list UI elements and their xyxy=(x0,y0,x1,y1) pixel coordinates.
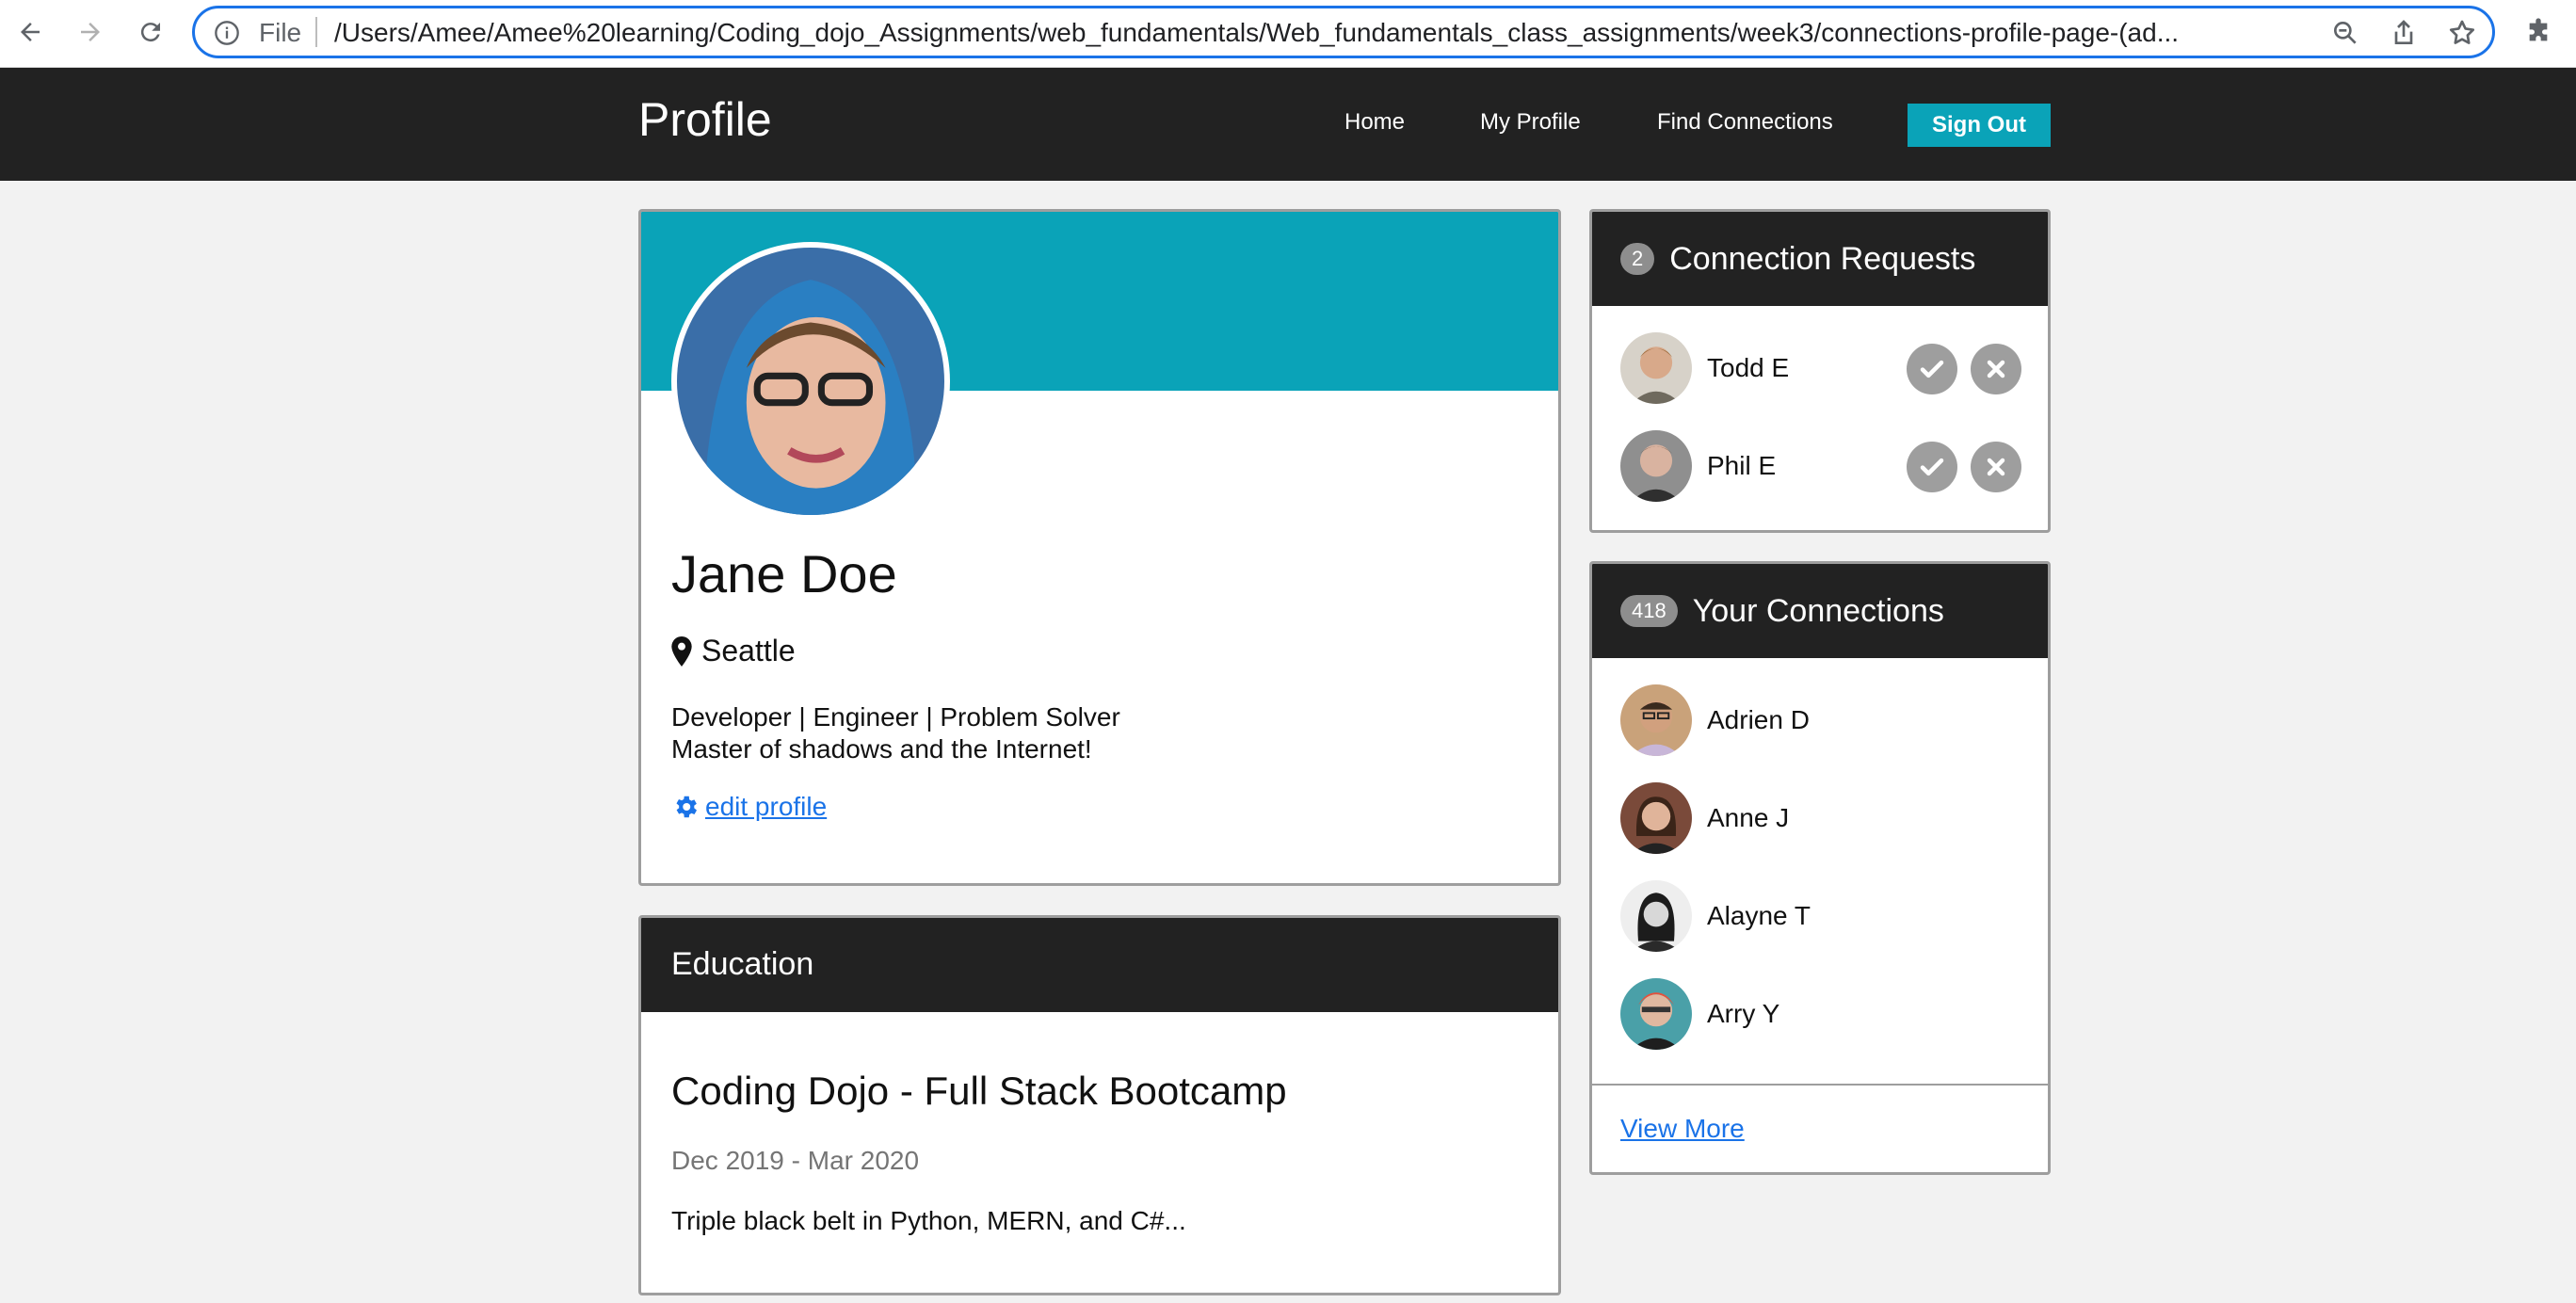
scheme-label: File xyxy=(259,18,302,47)
your-connections-card: 418 Your Connections Adrien D Anne J Ala… xyxy=(1589,561,2051,1175)
avatar xyxy=(1620,782,1692,854)
requests-count-badge: 2 xyxy=(1620,243,1655,275)
accept-check-icon[interactable] xyxy=(1907,344,1957,394)
request-name: Phil E xyxy=(1707,451,1777,480)
nav-link-my-profile[interactable]: My Profile xyxy=(1480,109,1581,136)
connection-requests-card: 2 Connection Requests Todd E Phil E xyxy=(1589,209,2051,533)
bio-line: Developer | Engineer | Problem Solver xyxy=(671,702,1120,732)
connection-name[interactable]: Anne J xyxy=(1707,803,1789,833)
address-bar[interactable]: File /Users/Amee/Amee%20learning/Coding_… xyxy=(192,6,2495,58)
school-name: Coding Dojo - Full Stack Bootcamp xyxy=(671,1069,1287,1113)
bio-line: Master of shadows and the Internet! xyxy=(671,734,1092,764)
view-more-link[interactable]: View More xyxy=(1620,1114,1745,1144)
accept-check-icon[interactable] xyxy=(1907,442,1957,492)
extensions-puzzle-icon[interactable] xyxy=(2520,13,2557,51)
connections-count-badge: 418 xyxy=(1620,595,1678,627)
share-icon[interactable] xyxy=(2389,18,2419,48)
education-header: Education xyxy=(641,918,1558,1012)
avatar xyxy=(1620,332,1692,404)
connection-name[interactable]: Adrien D xyxy=(1707,705,1810,735)
profile-avatar xyxy=(671,242,950,521)
connection-row[interactable]: Anne J xyxy=(1620,782,2025,854)
connections-title: Your Connections xyxy=(1692,592,1944,629)
avatar xyxy=(1620,430,1692,502)
top-navbar: Profile Home My Profile Find Connections… xyxy=(0,68,2576,181)
map-pin-icon xyxy=(671,635,692,667)
connection-row[interactable]: Alayne T xyxy=(1620,880,2025,952)
info-icon[interactable] xyxy=(214,20,240,46)
browser-toolbar: File /Users/Amee/Amee%20learning/Coding_… xyxy=(0,0,2576,68)
requests-header: 2 Connection Requests xyxy=(1592,212,2048,306)
request-row: Todd E xyxy=(1620,332,2025,404)
connections-header: 418 Your Connections xyxy=(1592,564,2048,658)
gear-icon xyxy=(676,796,697,818)
profile-location: Seattle xyxy=(671,634,796,668)
profile-bio: Developer | Engineer | Problem Solver Ma… xyxy=(671,701,1120,765)
back-arrow-icon[interactable] xyxy=(11,13,49,51)
reload-icon[interactable] xyxy=(132,13,169,51)
profile-name: Jane Doe xyxy=(671,544,897,603)
divider xyxy=(315,17,317,47)
edit-profile-label[interactable]: edit profile xyxy=(705,792,827,822)
decline-x-icon[interactable] xyxy=(1971,344,2021,394)
request-row: Phil E xyxy=(1620,430,2025,502)
forward-arrow-icon[interactable] xyxy=(72,13,109,51)
avatar xyxy=(1620,684,1692,756)
education-description: Triple black belt in Python, MERN, and C… xyxy=(671,1206,1186,1235)
zoom-icon[interactable] xyxy=(2330,18,2360,48)
decline-x-icon[interactable] xyxy=(1971,442,2021,492)
bookmark-star-icon[interactable] xyxy=(2447,18,2477,48)
request-name: Todd E xyxy=(1707,353,1790,382)
edit-profile-link[interactable]: edit profile xyxy=(671,792,827,822)
education-title: Education xyxy=(671,946,814,982)
connection-name[interactable]: Arry Y xyxy=(1707,999,1779,1029)
requests-title: Connection Requests xyxy=(1669,240,1976,277)
divider xyxy=(1592,1084,2048,1086)
connection-row[interactable]: Adrien D xyxy=(1620,684,2025,756)
connection-name[interactable]: Alayne T xyxy=(1707,901,1811,931)
url-text[interactable]: /Users/Amee/Amee%20learning/Coding_dojo_… xyxy=(334,18,2293,48)
brand-title: Profile xyxy=(638,93,772,146)
nav-link-find-connections[interactable]: Find Connections xyxy=(1657,109,1833,136)
nav-link-home[interactable]: Home xyxy=(1344,109,1405,136)
education-card: Education Coding Dojo - Full Stack Bootc… xyxy=(638,915,1561,1295)
education-dates: Dec 2019 - Mar 2020 xyxy=(671,1146,920,1175)
avatar xyxy=(1620,880,1692,952)
avatar xyxy=(1620,978,1692,1050)
location-text: Seattle xyxy=(701,634,796,668)
sign-out-button[interactable]: Sign Out xyxy=(1908,104,2051,147)
profile-card: Jane Doe Seattle Developer | Engineer | … xyxy=(638,209,1561,886)
connection-row[interactable]: Arry Y xyxy=(1620,978,2025,1050)
